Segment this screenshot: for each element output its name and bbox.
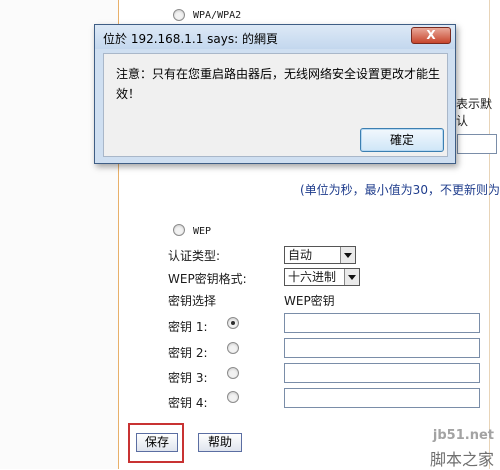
key-select-label: 密钥选择 — [168, 294, 217, 308]
dialog-body: 注意：只有在您重启路由器后，无线网络安全设置更改才能生效！ 確定 — [103, 53, 448, 157]
wep-format-value: 十六进制 — [288, 270, 337, 284]
dialog-title-bar[interactable]: 位於 192.168.1.1 says: 的網頁 X — [95, 25, 455, 49]
dialog-title: 位於 192.168.1.1 says: 的網頁 — [103, 32, 278, 46]
watermark-site: jb51.net — [432, 428, 494, 443]
wpa-label: WPA/WPA2 — [193, 10, 242, 21]
background-text-fragment: 表示默认 — [456, 97, 493, 128]
chevron-down-icon — [344, 269, 359, 285]
wep-key-column-label: WEP密钥 — [284, 294, 335, 308]
wpa-radio[interactable] — [173, 9, 185, 21]
key-2-input[interactable] — [284, 338, 480, 358]
watermark-brand: 脚本之家 — [429, 450, 494, 469]
key-2-radio[interactable] — [227, 342, 239, 354]
key-1-label: 密钥 1: — [168, 320, 208, 334]
help-button[interactable]: 帮助 — [198, 433, 242, 452]
key-2-label: 密钥 2: — [168, 346, 208, 360]
wep-format-select[interactable]: 十六进制 — [284, 268, 360, 286]
save-button[interactable]: 保存 — [136, 433, 178, 452]
key-4-label: 密钥 4: — [168, 396, 208, 410]
chevron-down-icon — [340, 247, 355, 263]
key-3-radio[interactable] — [227, 367, 239, 379]
dialog-close-button[interactable]: X — [411, 27, 451, 44]
key-3-label: 密钥 3: — [168, 371, 208, 385]
background-input-fragment[interactable] — [457, 134, 497, 154]
wep-label: WEP — [193, 226, 212, 237]
wep-radio[interactable] — [173, 224, 185, 236]
close-icon: X — [426, 28, 436, 42]
auth-type-value: 自动 — [288, 248, 313, 262]
auth-type-label: 认证类型: — [168, 249, 221, 263]
dialog-message: 注意：只有在您重启路由器后，无线网络安全设置更改才能生效！ — [116, 67, 441, 101]
key-1-input[interactable] — [284, 313, 480, 333]
auth-type-select[interactable]: 自动 — [284, 246, 356, 264]
alert-dialog: 位於 192.168.1.1 says: 的網頁 X 注意：只有在您重启路由器后… — [94, 24, 456, 164]
key-4-radio[interactable] — [227, 391, 239, 403]
page-frame-right-border — [489, 0, 490, 469]
key-1-radio[interactable] — [227, 317, 239, 329]
key-4-input[interactable] — [284, 388, 480, 408]
dialog-ok-button[interactable]: 確定 — [360, 128, 444, 152]
update-interval-note: (单位为秒，最小值为30，不更新则为 — [300, 183, 500, 197]
key-3-input[interactable] — [284, 363, 480, 383]
wep-format-label: WEP密钥格式: — [168, 272, 247, 286]
